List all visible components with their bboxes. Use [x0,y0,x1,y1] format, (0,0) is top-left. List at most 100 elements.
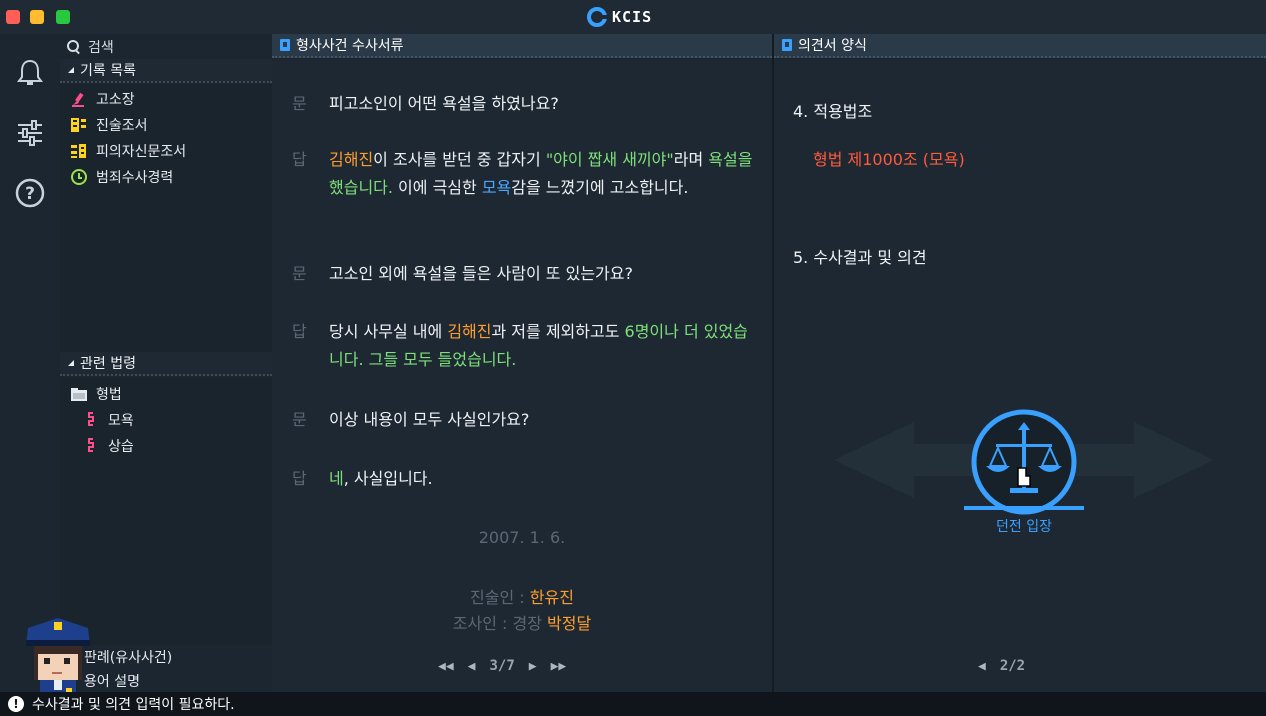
qa-text: 네, 사실입니다. [329,465,759,493]
qa-text: 김해진이 조사를 받던 중 갑자기 "야이 짭새 새끼야"라며 욕설을 했습니다… [329,146,759,202]
sidebar-item-label: 피의자신문조서 [96,144,187,160]
qa-text-segment: 이 조사를 받던 중 갑자기 [373,150,546,169]
sidebar-search[interactable]: 검색 [66,36,114,58]
laws-section-header[interactable]: 관련 법령 [60,352,272,376]
scales-of-justice-icon [964,409,1084,515]
search-icon [67,40,80,55]
qa-text-segment: 이에 극심한 [392,178,482,197]
left-panel-header: 형사사건 수사서류 [272,34,772,58]
sidebar-item-label: 모욕 [108,413,134,429]
settings-sliders-icon[interactable] [13,116,47,150]
sidebar-item-label: 형법 [96,387,122,403]
qa-tag: 답 [292,469,307,488]
left-panel-pager: ◀◀ ◀ 3/7 ▶ ▶▶ [438,658,566,674]
investigator-label: 조사인 : 경장 [452,614,548,633]
statement-signature: 진술인 : 한유진 [272,584,772,608]
qa-text: 당시 사무실 내에 김해진과 저를 제외하고도 6명이나 더 있었습니다. 그들… [329,318,759,374]
qa-text-segment: 과 저를 제외하고도 [491,322,625,341]
app-logo: KCIS [586,6,652,28]
qa-tag: 문 [292,94,307,113]
qa-text: 피고소인이 어떤 욕설을 하였나요? [329,90,759,118]
status-message: 수사결과 및 의견 입력이 필요하다. [32,697,235,713]
sidebar-item-criminal-law-folder[interactable]: 형법 [70,383,122,405]
sidebar-item-precedents[interactable]: 판례(유사사건) [84,646,172,668]
icon-rail: ? [0,34,60,692]
right-panel-title: 의견서 양식 [798,38,867,54]
section4-value[interactable]: 형법 제1000조 (모욕) [813,146,965,170]
left-panel-title: 형사사건 수사서류 [296,38,404,54]
highlighted-text[interactable]: 모욕 [482,178,511,197]
qa-text-segment: , 사실입니다. [343,469,433,488]
statement-by-name: 한유진 [529,588,574,607]
page-indicator: 3/7 [489,658,515,674]
page-indicator: 2/2 [999,658,1026,674]
qa-text-segment: 고소인 외에 욕설을 들은 사람이 또 있는가요? [329,264,633,283]
alert-icon: ! [8,696,24,712]
search-label: 검색 [88,40,114,56]
sidebar-item-law-habitual[interactable]: 상습 [82,435,134,457]
qa-tag: 문 [292,264,307,283]
sidebar-item-label: 고소장 [96,92,135,108]
left-panel-body: 문 피고소인이 어떤 욕설을 하였나요? 답 김해진이 조사를 받던 중 갑자기 "야… [272,60,772,692]
section4-title: 4. 적용법조 [793,102,873,121]
qa-text-segment: 당시 사무실 내에 [329,322,448,341]
notification-bell-icon[interactable] [13,56,47,90]
interrogation-icon [70,142,88,160]
document-icon [280,39,290,51]
laws-section-title: 관련 법령 [80,356,136,372]
prev-page-icon[interactable]: ◀ [468,659,476,674]
folder-icon [70,385,88,403]
sidebar-item-interrogation[interactable]: 피의자신문조서 [70,140,186,162]
investigator-signature: 조사인 : 경장 박정달 [272,610,772,634]
sidebar-item-label: 범죄수사경력 [96,170,174,186]
law-article-icon [82,437,100,455]
minimize-window-button[interactable] [30,10,44,24]
right-panel-body: 4. 적용법조 형법 제1000조 (모욕) 5. 수사결과 및 의견 던전 입… [774,60,1266,692]
qa-text: 고소인 외에 욕설을 들은 사람이 또 있는가요? [329,260,759,288]
dungeon-entry-button[interactable]: 던전 입장 [962,406,1086,536]
sidebar-item-complaint[interactable]: 고소장 [70,88,135,110]
document-date: 2007. 1. 6. [478,528,566,547]
qa-tag: 답 [292,150,307,169]
right-panel-pager: ◀ 2/2 [978,658,1025,674]
qa-text-segment: 피고소인이 어떤 욕설을 하였나요? [329,94,559,113]
investigator-name: 박정달 [547,614,592,633]
highlighted-text[interactable]: 김해진 [329,150,373,169]
pen-icon [70,90,88,108]
sidebar-item-law-insult[interactable]: 모욕 [82,409,134,431]
sidebar: 검색 기록 목록 고소장 진술조서 피의자신문조서 범죄수사경력 관련 법령 형… [60,34,272,692]
records-section-header[interactable]: 기록 목록 [60,59,272,83]
maximize-window-button[interactable] [56,10,70,24]
highlighted-text[interactable]: 네 [329,469,344,488]
statement-by-label: 진술인 : [470,588,530,607]
dungeon-entry-label: 던전 입장 [996,519,1052,535]
highlighted-text[interactable]: "야이 짭새 새끼야" [546,150,674,169]
next-page-icon[interactable]: ▶ [529,659,537,674]
law-article-icon [82,411,100,429]
status-bar: ! 수사결과 및 의견 입력이 필요하다. [0,692,1266,716]
records-section-title: 기록 목록 [80,63,136,79]
sidebar-item-label: 진술조서 [96,118,148,134]
collapse-triangle-icon [68,360,74,366]
highlighted-text[interactable]: 김해진 [447,322,491,341]
close-window-button[interactable] [6,10,20,24]
qa-tag: 문 [292,410,307,429]
prev-page-icon[interactable]: ◀ [978,659,986,674]
sidebar-item-statement[interactable]: 진술조서 [70,114,148,136]
last-page-icon[interactable]: ▶▶ [551,659,567,674]
sidebar-item-label: 상습 [108,439,134,455]
help-question-icon[interactable]: ? [13,176,47,210]
first-page-icon[interactable]: ◀◀ [438,659,454,674]
title-bar: KCIS [0,0,1266,34]
qa-text-segment: 감을 느꼈기에 고소합니다. [511,178,689,197]
right-panel-header: 의견서 양식 [774,34,1266,58]
collapse-triangle-icon [68,67,74,73]
document-icon [782,39,792,51]
laws-list: 형법 모욕 상습 [60,377,272,645]
section5-title: 5. 수사결과 및 의견 [793,248,927,267]
logo-ring-icon [587,7,608,27]
sidebar-item-label: 판례(유사사건) [84,650,173,666]
records-list: 고소장 진술조서 피의자신문조서 범죄수사경력 [60,84,272,352]
clock-icon [70,168,88,186]
sidebar-item-criminal-record[interactable]: 범죄수사경력 [70,166,173,188]
